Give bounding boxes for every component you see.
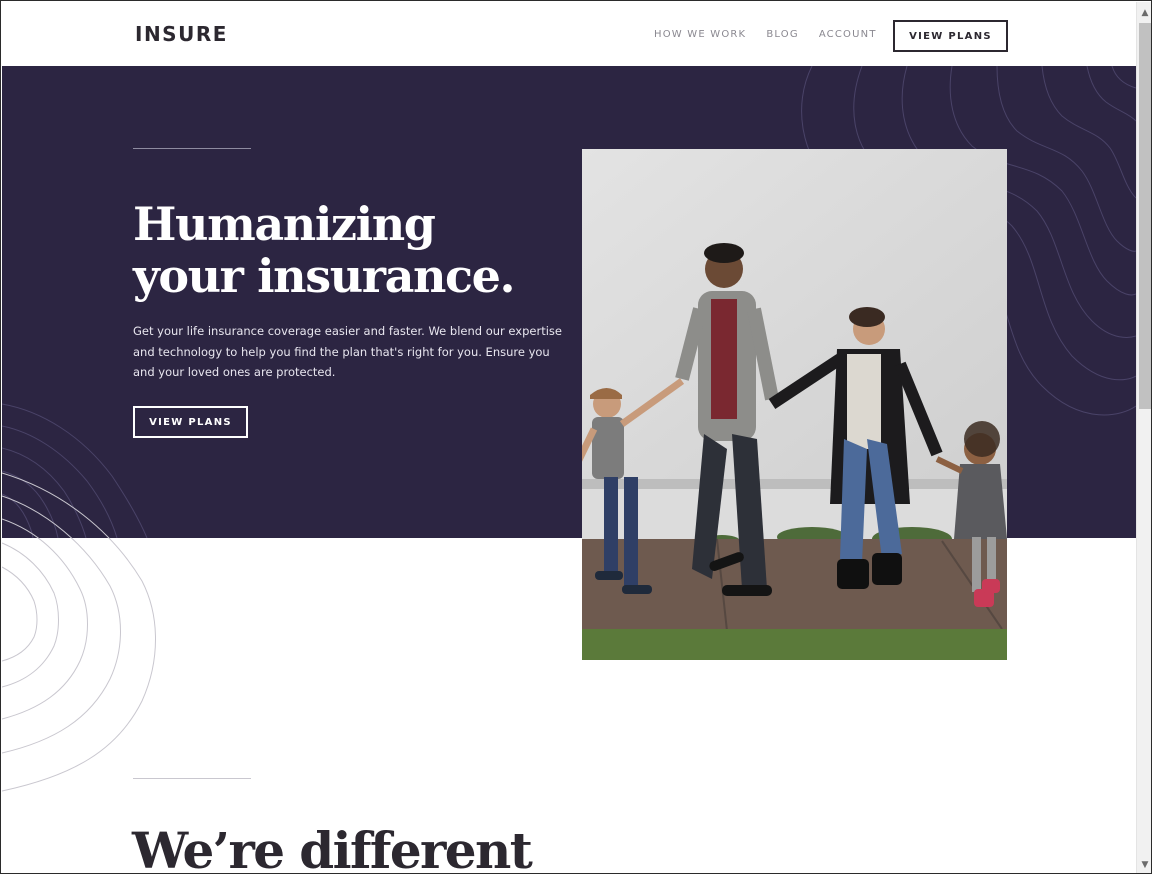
hero-divider (133, 148, 251, 149)
scroll-down-arrow-icon[interactable]: ▼ (1137, 857, 1151, 873)
hero-title-line-1: Humanizing (133, 197, 436, 251)
nav-link-blog[interactable]: BLOG (766, 29, 799, 40)
hero-family-photo (582, 149, 1007, 660)
scroll-thumb[interactable] (1139, 23, 1151, 409)
scroll-up-arrow-icon[interactable]: ▲ (1137, 5, 1151, 21)
hero-description: Get your life insurance coverage easier … (133, 324, 562, 379)
browser-viewport: INSURE HOW WE WORK BLOG ACCOUNT VIEW PLA… (0, 0, 1152, 874)
section-title: We’re different (132, 821, 533, 874)
nav-link-how-we-work[interactable]: HOW WE WORK (654, 29, 746, 40)
nav-link-account[interactable]: ACCOUNT (819, 29, 877, 40)
main-nav: HOW WE WORK BLOG ACCOUNT (654, 29, 877, 40)
hero-title-line-2: your insurance. (133, 249, 516, 303)
site-header: INSURE HOW WE WORK BLOG ACCOUNT VIEW PLA… (2, 2, 1136, 66)
family-walking-image (582, 149, 1007, 660)
hero-title: Humanizing your insurance. (133, 198, 573, 302)
vertical-scrollbar[interactable]: ▲ ▼ (1136, 2, 1151, 873)
section-divider (133, 778, 251, 779)
logo[interactable]: INSURE (135, 22, 228, 46)
header-view-plans-button[interactable]: VIEW PLANS (893, 20, 1008, 52)
left-topographic-pattern (2, 472, 156, 792)
